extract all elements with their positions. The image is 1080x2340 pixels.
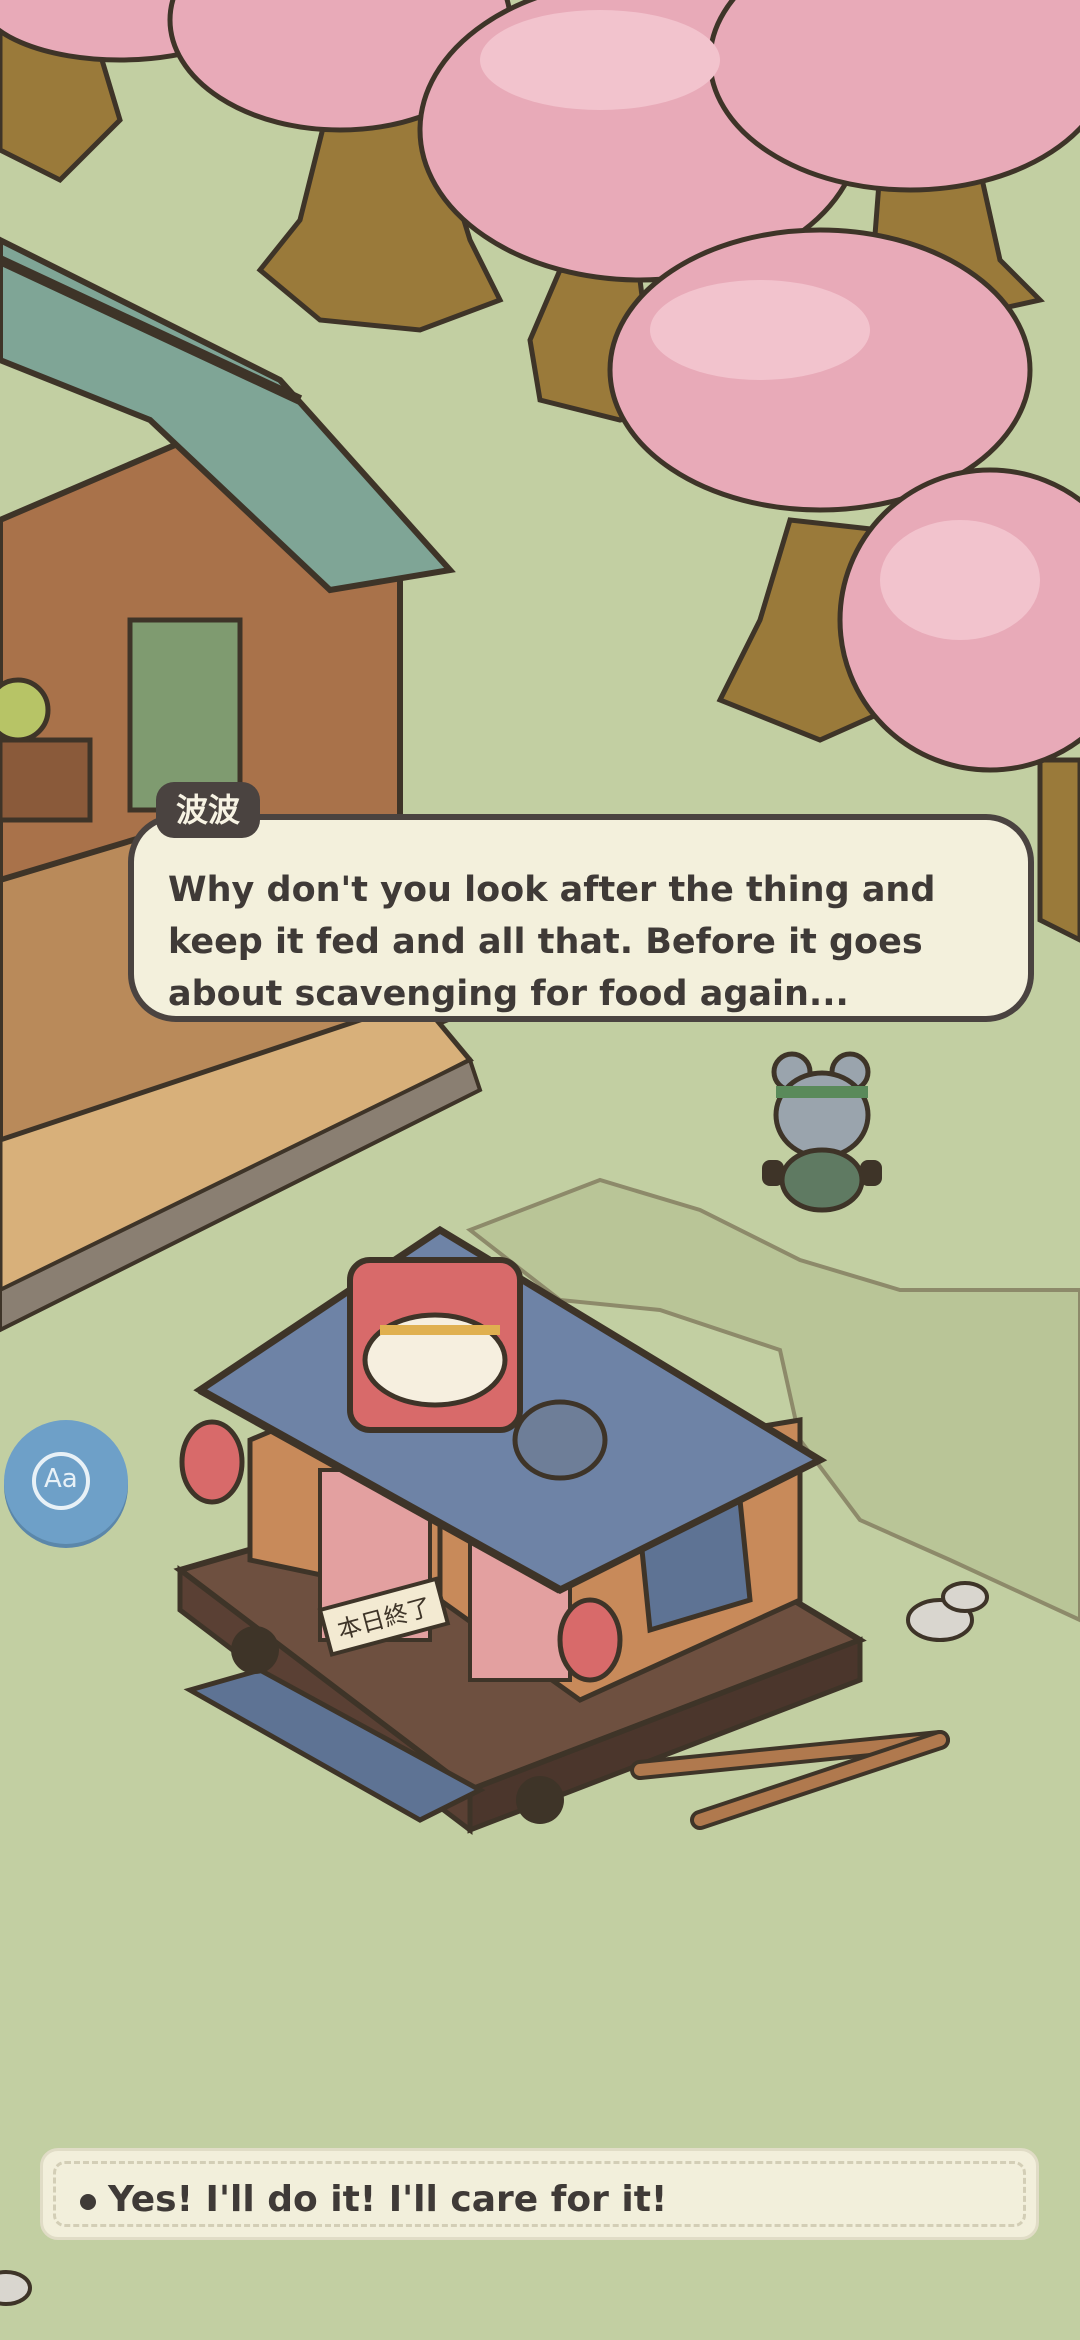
choice-inner-frame: Yes! I'll do it! I'll care for it! [53,2161,1026,2227]
speaker-name-tag: 波波 [156,782,261,838]
dialogue-text: Why don't you look after the thing and k… [168,870,936,1014]
text-size-button[interactable]: Aa [4,1420,128,1544]
game-scene: 本日終了 [0,0,1080,2340]
dialogue-choice-button[interactable]: Yes! I'll do it! I'll care for it! [40,2148,1039,2240]
dialogue-bubble[interactable]: Why don't you look after the thing and k… [128,814,1034,1022]
rock [941,1581,989,1613]
choice-label: Yes! I'll do it! I'll care for it! [108,2179,668,2220]
bullet-icon [80,2194,96,2210]
text-size-label: Aa [44,1464,78,1494]
rock [0,2270,32,2306]
cat-creature[interactable] [512,1399,608,1481]
